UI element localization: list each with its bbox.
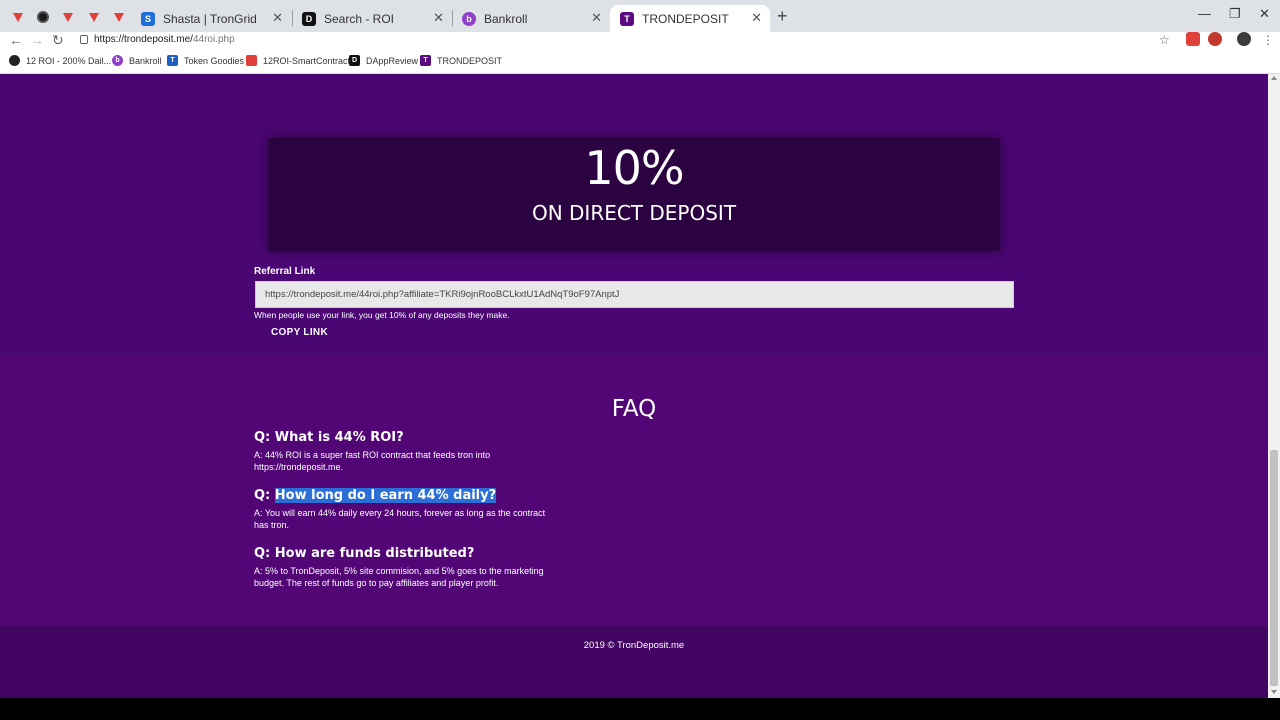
dappreview-icon: D bbox=[349, 55, 360, 66]
back-button[interactable]: ← bbox=[9, 32, 23, 48]
tron-icon bbox=[63, 12, 73, 22]
answer-line: has tron. bbox=[254, 520, 290, 530]
tab-trondeposit[interactable]: T TRONDEPOSIT ✕ bbox=[610, 5, 770, 32]
close-icon[interactable]: ✕ bbox=[591, 10, 602, 26]
answer-line: budget. The rest of funds go to pay affi… bbox=[254, 578, 499, 588]
close-icon[interactable]: ✕ bbox=[751, 10, 762, 26]
bookmark-label: 12 ROI - 200% Dail... bbox=[26, 55, 112, 66]
referral-help-text: When people use your link, you get 10% o… bbox=[254, 310, 510, 320]
bookmark-label: DAppReview bbox=[366, 55, 419, 66]
answer-line: A: 5% to TronDeposit, 5% site commision,… bbox=[254, 566, 544, 576]
tron-icon bbox=[114, 12, 124, 22]
bookmark-star-icon[interactable]: ☆ bbox=[1159, 32, 1170, 48]
question-prefix: Q: bbox=[254, 430, 275, 445]
circle-icon bbox=[9, 55, 20, 66]
profile-avatar[interactable] bbox=[1237, 32, 1251, 46]
tab-label: Search - ROI bbox=[324, 11, 395, 26]
trondeposit-icon: T bbox=[420, 55, 431, 66]
token-icon: T bbox=[167, 55, 178, 66]
trongrid-icon: S bbox=[141, 11, 155, 26]
pinned-tab-tron[interactable] bbox=[6, 6, 30, 28]
faq-answer: A: You will earn 44% daily every 24 hour… bbox=[254, 507, 594, 531]
bookmark-label: Token Goodies bbox=[184, 55, 245, 66]
trondeposit-icon: T bbox=[620, 11, 634, 26]
bookmark-label: 12ROI-SmartContract bbox=[263, 55, 351, 66]
reload-button[interactable]: ↻ bbox=[52, 32, 64, 48]
bookmark-label: Bankroll bbox=[129, 55, 162, 66]
new-tab-button[interactable]: + bbox=[777, 6, 788, 27]
bookmark-12roi[interactable]: 12 ROI - 200% Dail... bbox=[9, 55, 111, 66]
menu-icon[interactable]: ⋮ bbox=[1262, 32, 1274, 48]
tab-label: Bankroll bbox=[484, 11, 528, 26]
circle-icon bbox=[37, 11, 49, 23]
faq-answer: A: 44% ROI is a super fast ROI contract … bbox=[254, 449, 594, 473]
scroll-down-arrow-icon[interactable] bbox=[1271, 690, 1277, 694]
address-bar[interactable]: https://trondeposit.me/44roi.php bbox=[94, 34, 235, 45]
close-window-button[interactable]: ✕ bbox=[1259, 6, 1270, 22]
faq-section: FAQ Q: What is 44% ROI? A: 44% ROI is a … bbox=[0, 356, 1268, 626]
pinned-tab-dark[interactable] bbox=[31, 6, 55, 28]
faq-question: Q: How are funds distributed? bbox=[254, 546, 474, 561]
dappreview-icon: D bbox=[302, 11, 316, 26]
faq-question: Q: How long do I earn 44% daily? bbox=[254, 488, 497, 503]
minimize-button[interactable]: — bbox=[1198, 6, 1211, 21]
web-page: 10% ON DIRECT DEPOSIT Referral Link When… bbox=[0, 74, 1268, 698]
lock-icon bbox=[80, 35, 88, 44]
promo-subtitle: ON DIRECT DEPOSIT bbox=[531, 201, 737, 225]
copy-link-button[interactable]: COPY LINK bbox=[263, 325, 336, 340]
bookmark-12roi-smartcontract[interactable]: 12ROI-SmartContract bbox=[246, 55, 350, 66]
screen-bottom-bar bbox=[0, 698, 1280, 720]
answer-line: A: 44% ROI is a super fast ROI contract … bbox=[254, 450, 491, 460]
tab-label: TRONDEPOSIT bbox=[642, 11, 729, 26]
tab-strip: S Shasta | TronGrid ✕ D Search - ROI ✕ b… bbox=[0, 0, 1280, 32]
bookmark-trondeposit[interactable]: T TRONDEPOSIT bbox=[420, 55, 502, 66]
scrollbar-thumb[interactable] bbox=[1270, 450, 1278, 686]
url-host: https://trondeposit.me/ bbox=[94, 34, 193, 45]
pinned-tab-tron-2[interactable] bbox=[56, 6, 80, 28]
tron-icon bbox=[89, 12, 99, 22]
bankroll-icon: b bbox=[462, 11, 476, 26]
footer: 2019 © TronDeposit.me bbox=[0, 626, 1268, 698]
bookmark-label: TRONDEPOSIT bbox=[437, 55, 503, 66]
restore-button[interactable]: ❐ bbox=[1229, 6, 1241, 22]
question-text: How are funds distributed? bbox=[274, 546, 475, 561]
close-icon[interactable]: ✕ bbox=[272, 10, 283, 26]
answer-line: A: You will earn 44% daily every 24 hour… bbox=[254, 508, 546, 518]
url-path: 44roi.php bbox=[192, 34, 235, 45]
pinned-tab-tron-3[interactable] bbox=[82, 6, 106, 28]
faq-title: FAQ bbox=[611, 396, 657, 422]
question-prefix: Q: bbox=[254, 488, 275, 503]
bookmark-dappreview[interactable]: D DAppReview bbox=[349, 55, 418, 66]
question-text-selected: How long do I earn 44% daily? bbox=[274, 488, 497, 503]
extension-icon[interactable] bbox=[1186, 32, 1200, 46]
tab-bankroll[interactable]: b Bankroll ✕ bbox=[452, 5, 610, 32]
promo-card: 10% ON DIRECT DEPOSIT bbox=[268, 138, 1000, 251]
navigation-bar: ← → ↻ https://trondeposit.me/44roi.php ☆… bbox=[0, 32, 1280, 50]
tab-search-roi[interactable]: D Search - ROI ✕ bbox=[292, 5, 452, 32]
promo-percent: 10% bbox=[584, 141, 684, 195]
answer-line: https://trondeposit.me. bbox=[254, 462, 344, 472]
faq-answer: A: 5% to TronDeposit, 5% site commision,… bbox=[254, 565, 594, 589]
forward-button[interactable]: → bbox=[30, 32, 44, 48]
referral-label: Referral Link bbox=[254, 266, 316, 277]
bookmarks-bar: 12 ROI - 200% Dail... b Bankroll T Token… bbox=[0, 50, 1280, 74]
referral-link-field[interactable] bbox=[255, 281, 1014, 308]
tab-label: Shasta | TronGrid bbox=[163, 11, 257, 26]
tron-icon bbox=[246, 55, 257, 66]
footer-copyright: 2019 © TronDeposit.me bbox=[583, 640, 685, 651]
tab-shasta[interactable]: S Shasta | TronGrid ✕ bbox=[131, 5, 291, 32]
question-prefix: Q: bbox=[254, 546, 275, 561]
extension-adblock-icon[interactable] bbox=[1208, 32, 1222, 46]
faq-question: Q: What is 44% ROI? bbox=[254, 430, 404, 445]
referral-section: 10% ON DIRECT DEPOSIT Referral Link When… bbox=[0, 74, 1268, 356]
scroll-up-arrow-icon[interactable] bbox=[1271, 76, 1277, 80]
tron-icon bbox=[13, 12, 23, 22]
pinned-tab-tron-4[interactable] bbox=[107, 6, 131, 28]
bookmark-token-goodies[interactable]: T Token Goodies bbox=[167, 55, 244, 66]
bankroll-icon: b bbox=[112, 55, 123, 66]
question-text: What is 44% ROI? bbox=[274, 430, 404, 445]
close-icon[interactable]: ✕ bbox=[433, 10, 444, 26]
bookmark-bankroll[interactable]: b Bankroll bbox=[112, 55, 162, 66]
